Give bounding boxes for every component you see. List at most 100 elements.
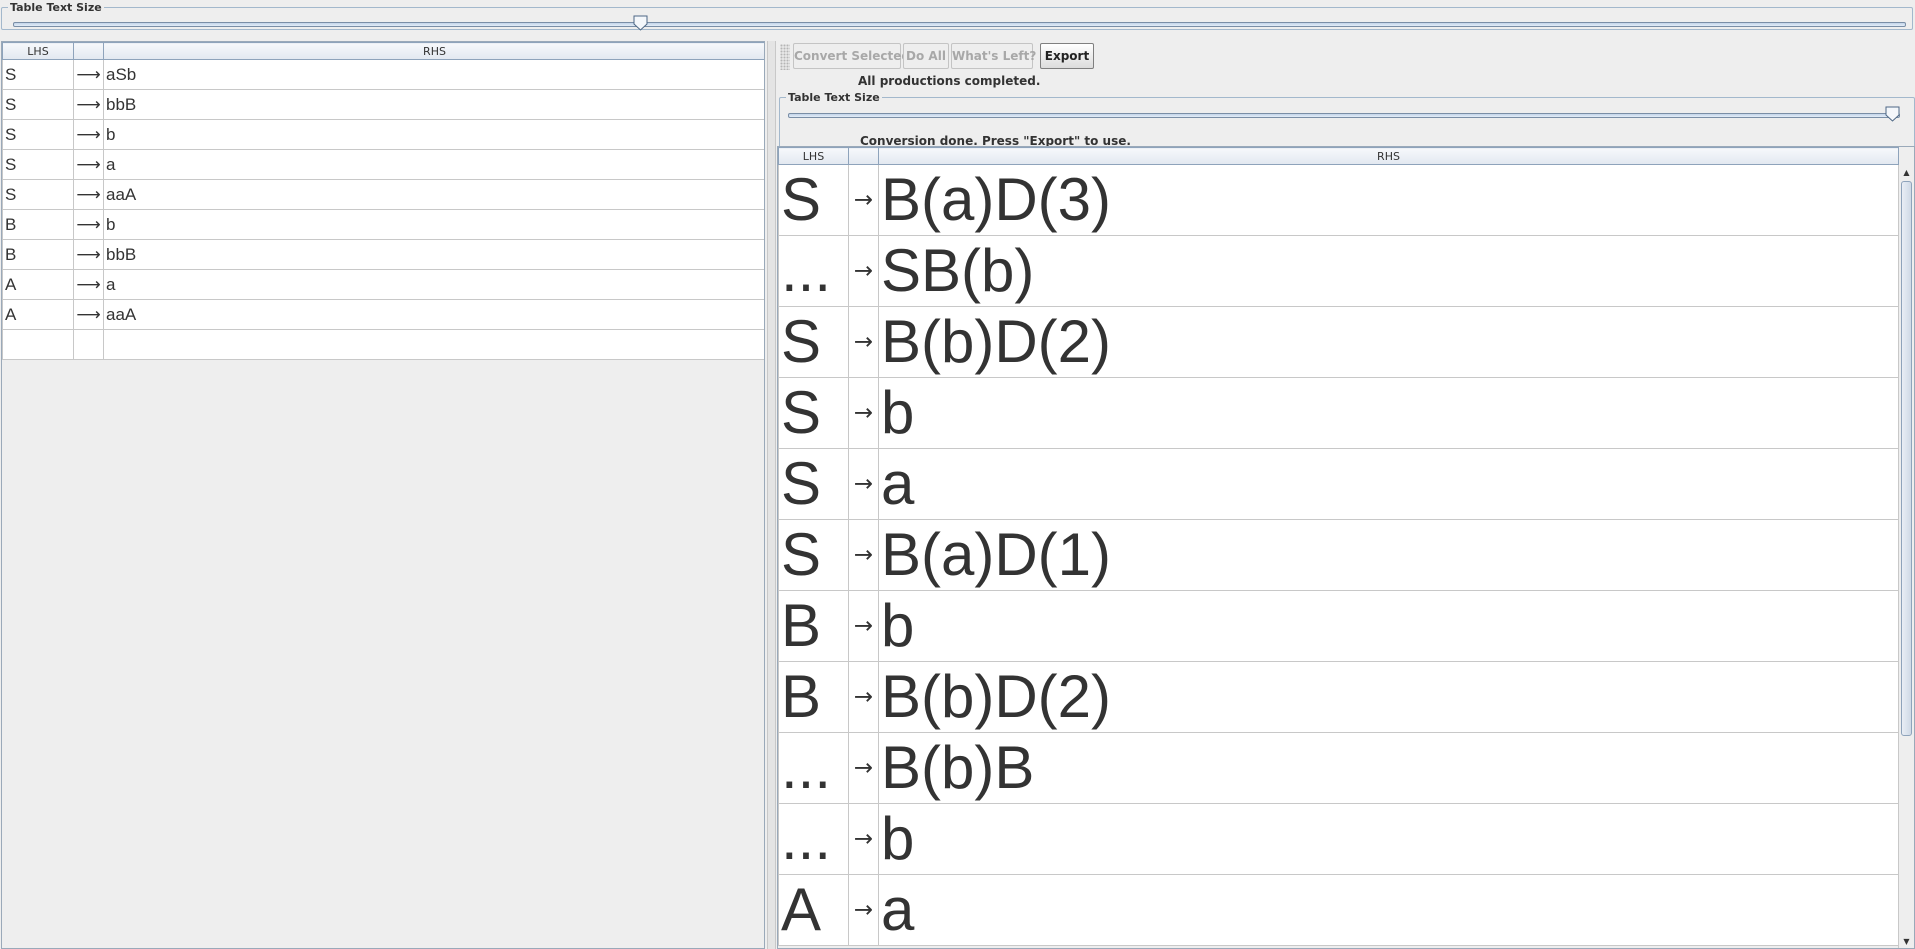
left-grammar-table[interactable]: LHS RHS S ⟶ aSb S ⟶ bbB S ⟶ b S ⟶ a S ⟶ aaA B ⟶ b B ⟶ bbB A ⟶ a… bbox=[2, 42, 764, 360]
cell-arrow[interactable]: → bbox=[848, 874, 879, 946]
table-row[interactable]: S ⟶ aaA bbox=[2, 179, 764, 210]
right-table-scrollbar[interactable]: ▲ ▼ bbox=[1898, 165, 1914, 948]
table-row[interactable]: B ⟶ b bbox=[2, 209, 764, 240]
table-row[interactable]: B → b bbox=[778, 590, 1899, 662]
arrow-up-icon[interactable]: ▲ bbox=[1899, 165, 1914, 179]
grip-icon[interactable] bbox=[780, 44, 790, 70]
cell-rhs[interactable]: b bbox=[878, 803, 1899, 875]
arrow-down-icon[interactable]: ▼ bbox=[1899, 934, 1914, 948]
top-text-size-slider-track[interactable] bbox=[13, 22, 1906, 27]
cell-arrow[interactable]: ⟶ bbox=[73, 239, 104, 270]
table-row[interactable]: A ⟶ aaA bbox=[2, 299, 764, 330]
cell-arrow[interactable]: → bbox=[848, 519, 879, 591]
convert-selected-button[interactable]: Convert Selected bbox=[793, 43, 910, 69]
cell-arrow[interactable]: → bbox=[848, 661, 879, 733]
cell-lhs[interactable]: S bbox=[2, 149, 74, 180]
left-header-lhs[interactable]: LHS bbox=[2, 42, 74, 60]
cell-rhs[interactable]: B(b)B bbox=[878, 732, 1899, 804]
table-row[interactable]: A → a bbox=[778, 874, 1899, 946]
cell-lhs[interactable]: A bbox=[2, 299, 74, 330]
table-row[interactable]: S ⟶ b bbox=[2, 119, 764, 150]
cell-lhs[interactable]: ... bbox=[778, 732, 849, 804]
cell-arrow[interactable]: → bbox=[848, 235, 879, 307]
right-text-size-slider-track[interactable] bbox=[788, 113, 1900, 118]
table-row[interactable]: B → B(b)D(2) bbox=[778, 661, 1899, 733]
cell-rhs[interactable]: a bbox=[103, 149, 764, 180]
cell-lhs[interactable]: B bbox=[778, 661, 849, 733]
cell-rhs[interactable]: b bbox=[103, 209, 764, 240]
cell-lhs[interactable]: S bbox=[778, 377, 849, 449]
split-pane-divider[interactable] bbox=[767, 41, 776, 949]
cell-arrow[interactable]: → bbox=[848, 803, 879, 875]
cell-arrow[interactable]: ⟶ bbox=[73, 119, 104, 150]
cell-arrow[interactable]: ⟶ bbox=[73, 209, 104, 240]
table-row[interactable]: S → b bbox=[778, 377, 1899, 449]
table-row[interactable]: ... → b bbox=[778, 803, 1899, 875]
cell-arrow[interactable]: → bbox=[848, 164, 879, 236]
cell-rhs[interactable]: b bbox=[878, 377, 1899, 449]
cell-lhs[interactable]: S bbox=[2, 59, 74, 90]
cell-lhs[interactable]: S bbox=[2, 179, 74, 210]
cell-lhs[interactable]: A bbox=[778, 874, 849, 946]
table-row[interactable]: ... → SB(b) bbox=[778, 235, 1899, 307]
cell-rhs[interactable]: a bbox=[878, 874, 1899, 946]
cell-lhs[interactable]: ... bbox=[778, 803, 849, 875]
table-row[interactable]: S → a bbox=[778, 448, 1899, 520]
table-row[interactable]: S → B(a)D(1) bbox=[778, 519, 1899, 591]
slider-thumb-icon[interactable] bbox=[1885, 106, 1900, 122]
table-row[interactable]: S ⟶ a bbox=[2, 149, 764, 180]
table-row[interactable]: ... → B(b)B bbox=[778, 732, 1899, 804]
cell-arrow[interactable]: → bbox=[848, 448, 879, 520]
cell-rhs[interactable]: a bbox=[103, 269, 764, 300]
table-row[interactable]: A ⟶ a bbox=[2, 269, 764, 300]
cell-lhs[interactable]: B bbox=[778, 590, 849, 662]
cell-lhs[interactable]: S bbox=[2, 119, 74, 150]
table-row[interactable]: S → B(a)D(3) bbox=[778, 164, 1899, 236]
table-row[interactable]: S ⟶ bbB bbox=[2, 89, 764, 120]
cell-arrow[interactable]: → bbox=[848, 590, 879, 662]
cell-arrow[interactable]: → bbox=[848, 377, 879, 449]
cell-rhs[interactable]: SB(b) bbox=[878, 235, 1899, 307]
cell-rhs[interactable]: aaA bbox=[103, 179, 764, 210]
cell-rhs[interactable]: B(a)D(3) bbox=[878, 164, 1899, 236]
cell-rhs[interactable]: b bbox=[878, 590, 1899, 662]
cell-lhs[interactable] bbox=[2, 329, 74, 360]
cell-rhs[interactable]: B(b)D(2) bbox=[878, 661, 1899, 733]
cell-arrow[interactable]: ⟶ bbox=[73, 149, 104, 180]
right-header-lhs[interactable]: LHS bbox=[778, 147, 849, 165]
table-row[interactable]: S ⟶ aSb bbox=[2, 59, 764, 90]
do-all-button[interactable]: Do All bbox=[903, 43, 949, 69]
right-header-arrow[interactable] bbox=[848, 147, 879, 165]
cell-lhs[interactable]: S bbox=[2, 89, 74, 120]
cell-lhs[interactable]: A bbox=[2, 269, 74, 300]
cell-arrow[interactable]: ⟶ bbox=[73, 59, 104, 90]
cell-arrow[interactable]: → bbox=[848, 306, 879, 378]
left-header-rhs[interactable]: RHS bbox=[103, 42, 764, 60]
cell-rhs[interactable] bbox=[103, 329, 764, 360]
cell-rhs[interactable]: a bbox=[878, 448, 1899, 520]
cell-rhs[interactable]: aaA bbox=[103, 299, 764, 330]
cell-arrow[interactable]: → bbox=[848, 732, 879, 804]
cell-lhs[interactable]: ... bbox=[778, 235, 849, 307]
cell-arrow[interactable]: ⟶ bbox=[73, 269, 104, 300]
cell-rhs[interactable]: b bbox=[103, 119, 764, 150]
cell-arrow[interactable]: ⟶ bbox=[73, 299, 104, 330]
cell-rhs[interactable]: bbB bbox=[103, 89, 764, 120]
right-header-rhs[interactable]: RHS bbox=[878, 147, 1899, 165]
table-row[interactable]: S → B(b)D(2) bbox=[778, 306, 1899, 378]
scrollbar-thumb[interactable] bbox=[1901, 181, 1912, 736]
slider-thumb-icon[interactable] bbox=[633, 15, 648, 31]
cell-lhs[interactable]: S bbox=[778, 448, 849, 520]
cell-lhs[interactable]: S bbox=[778, 164, 849, 236]
cell-lhs[interactable]: B bbox=[2, 239, 74, 270]
cell-rhs[interactable]: B(b)D(2) bbox=[878, 306, 1899, 378]
cell-lhs[interactable]: S bbox=[778, 519, 849, 591]
cell-rhs[interactable]: aSb bbox=[103, 59, 764, 90]
cell-rhs[interactable]: bbB bbox=[103, 239, 764, 270]
cell-lhs[interactable]: B bbox=[2, 209, 74, 240]
table-row[interactable]: B ⟶ bbB bbox=[2, 239, 764, 270]
whats-left-button[interactable]: What's Left? bbox=[951, 43, 1036, 69]
cell-arrow[interactable]: ⟶ bbox=[73, 89, 104, 120]
cell-arrow[interactable] bbox=[73, 329, 104, 360]
cell-rhs[interactable]: B(a)D(1) bbox=[878, 519, 1899, 591]
